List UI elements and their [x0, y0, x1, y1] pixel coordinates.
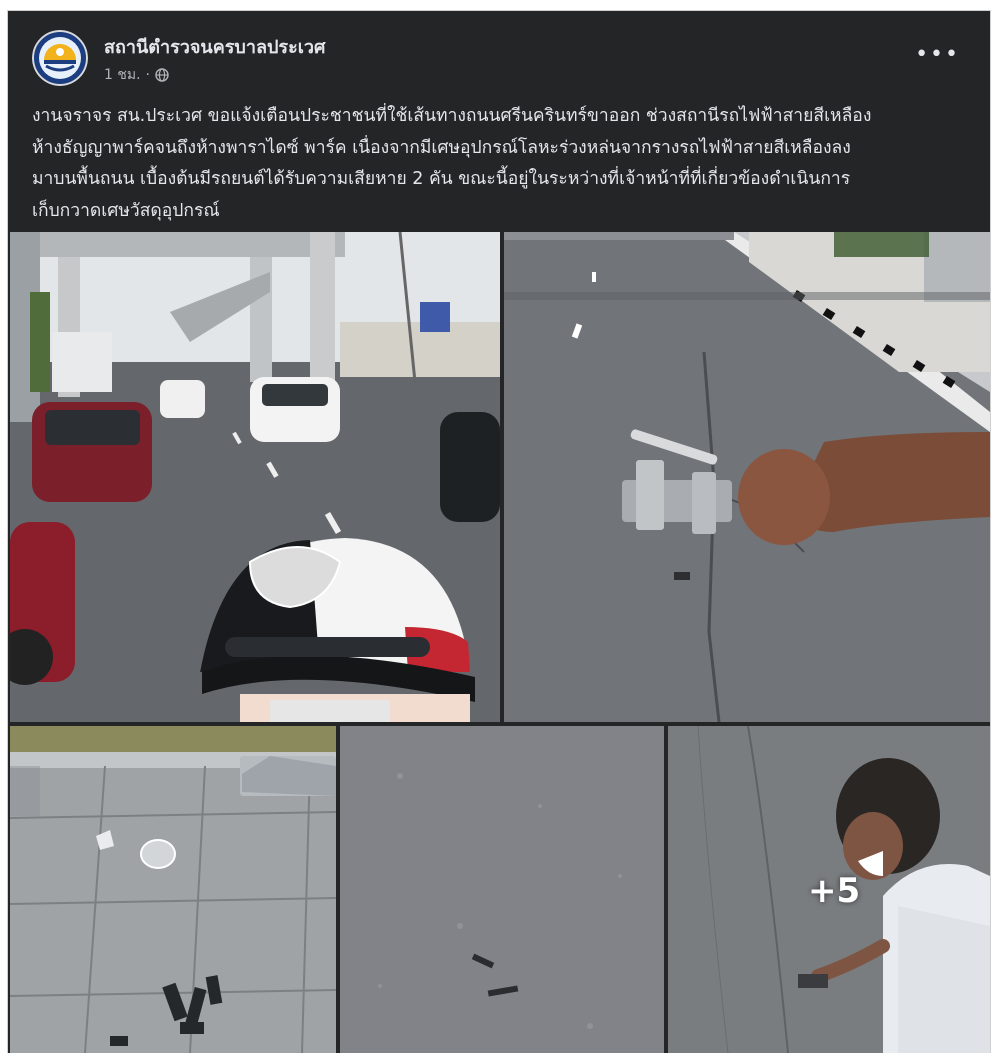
sidewalk-debris-photo — [10, 726, 336, 1053]
more-photos-count[interactable]: +5 — [808, 871, 860, 911]
post-photo-2[interactable] — [504, 232, 990, 722]
globe-icon — [155, 68, 169, 82]
police-logo-icon — [32, 30, 88, 86]
meta-separator: · — [145, 67, 150, 83]
post-header: สถานีตำรวจนครบาลประเวศ 1 ชม. · ••• — [8, 11, 990, 93]
post-time[interactable]: 1 ชม. — [104, 64, 141, 86]
post-photo-1[interactable] — [10, 232, 500, 722]
facebook-post: สถานีตำรวจนครบาลประเวศ 1 ชม. · ••• งานจร… — [8, 11, 990, 1053]
metal-part-photo — [504, 232, 990, 722]
post-meta: 1 ชม. · — [104, 64, 169, 86]
road-surface-photo — [340, 726, 664, 1053]
post-text-line: ห้างธัญญาพาร์คจนถึงห้างพาราไดซ์ พาร์ค เน… — [32, 137, 851, 158]
post-photo-5[interactable]: +5 — [668, 726, 990, 1053]
page-avatar[interactable] — [32, 30, 88, 86]
post-text-line: งานจราจร สน.ประเวศ ขอแจ้งเตือนประชาชนที่… — [32, 106, 872, 126]
page-name[interactable]: สถานีตำรวจนครบาลประเวศ — [104, 32, 325, 61]
post-text-line: เก็บกวาดเศษวัสดุอุปกรณ์ — [32, 200, 220, 221]
post-text-line: มาบนพื้นถนน เบื้องต้นมีรถยนต์ได้รับความเ… — [32, 169, 851, 189]
post-photo-4[interactable] — [340, 726, 664, 1053]
road-helmet-photo — [10, 232, 500, 722]
post-text: งานจราจร สน.ประเวศ ขอแจ้งเตือนประชาชนที่… — [32, 101, 972, 227]
more-options-icon[interactable]: ••• — [915, 44, 960, 66]
post-photo-3[interactable] — [10, 726, 336, 1053]
